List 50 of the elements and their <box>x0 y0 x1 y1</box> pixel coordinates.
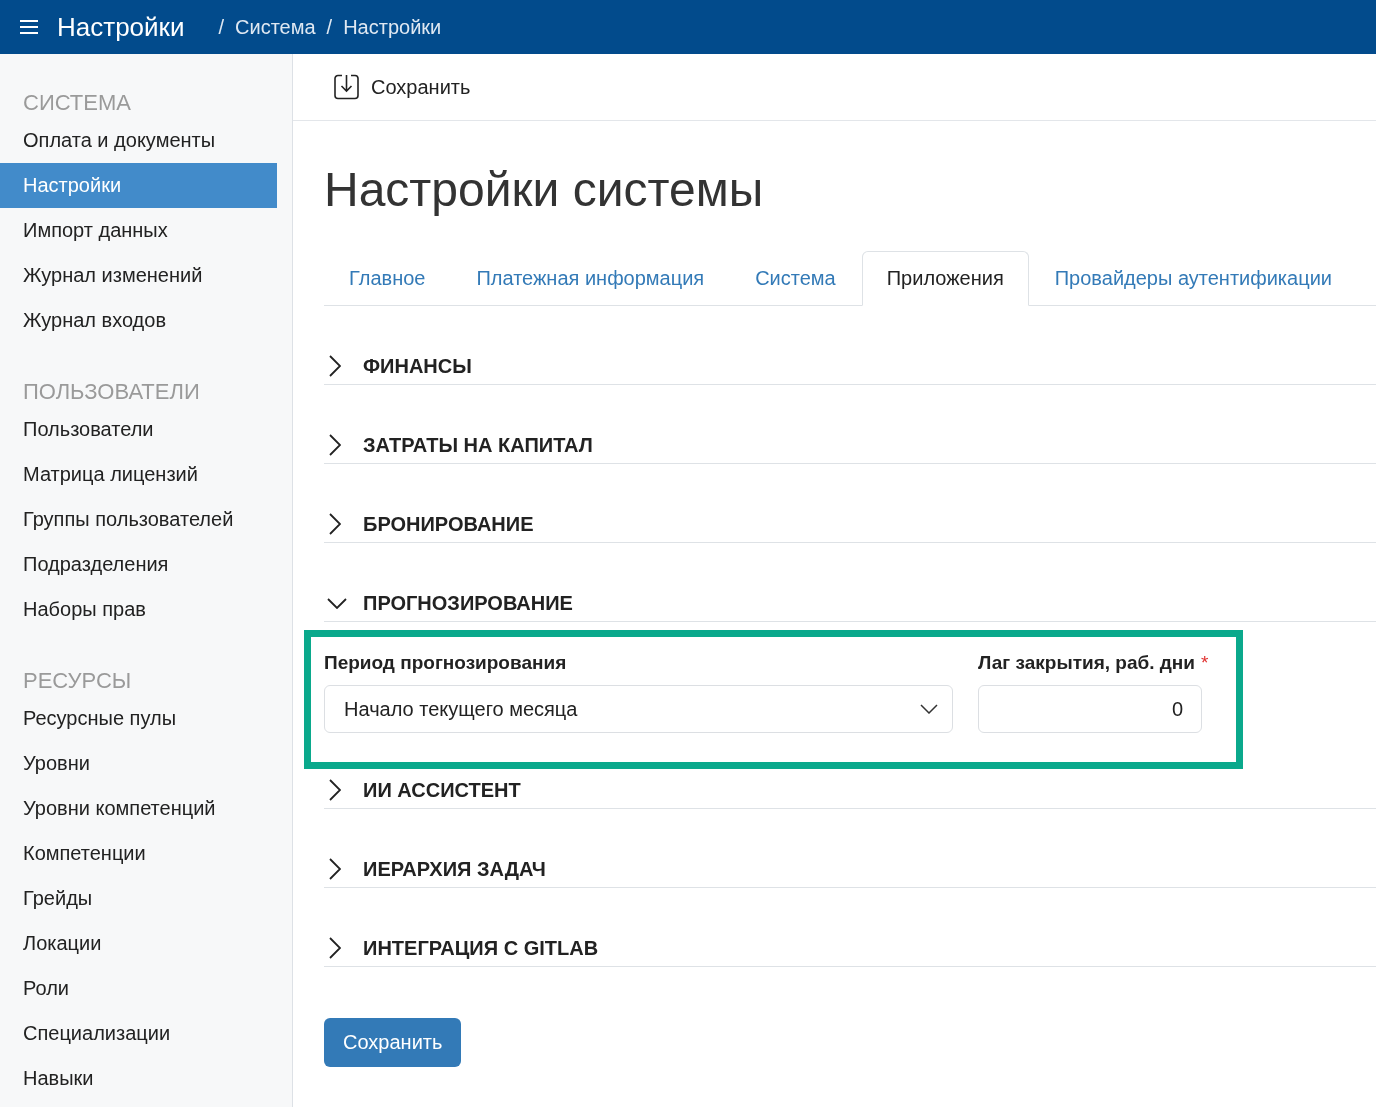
breadcrumb-link[interactable]: Система <box>235 15 316 39</box>
sidebar-item[interactable]: Пользователи <box>0 407 277 452</box>
accordion-header[interactable]: БРОНИРОВАНИЕ <box>324 464 1376 543</box>
accordion-header[interactable]: ЗАТРАТЫ НА КАПИТАЛ <box>324 385 1376 464</box>
sidebar-item[interactable]: Навыки <box>0 1056 277 1101</box>
sidebar-item[interactable]: Уровни <box>0 741 277 786</box>
sidebar-item[interactable]: Оплата и документы <box>0 118 277 163</box>
chevron-down-icon <box>920 704 938 714</box>
page-title: Настройки системы <box>324 162 765 218</box>
sidebar-item[interactable]: Уровни компетенций <box>0 786 277 831</box>
required-mark: * <box>1201 651 1209 675</box>
accordion-header[interactable]: ИИ АССИСТЕНТ <box>324 730 1376 809</box>
breadcrumb-link[interactable]: Настройки <box>343 15 442 39</box>
sidebar-heading: РЕСУРСЫ <box>22 667 133 695</box>
sidebar-item[interactable]: Специализации <box>0 1011 277 1056</box>
tab[interactable]: Система <box>730 251 861 306</box>
field-label: Период прогнозирования <box>324 651 567 675</box>
sidebar-item[interactable]: Локации <box>0 921 277 966</box>
breadcrumb-separator: / <box>326 15 333 39</box>
accordion-header[interactable]: ФИНАНСЫ <box>324 306 1376 385</box>
sidebar-item[interactable]: Журнал входов <box>0 298 277 343</box>
app-title: Настройки <box>57 11 185 43</box>
sidebar-item[interactable]: Ресурсные пулы <box>0 696 277 741</box>
tab[interactable]: Провайдеры аутентификации <box>1029 251 1357 306</box>
sidebar-item[interactable]: Группы пользователей <box>0 497 277 542</box>
number-field[interactable]: 0 <box>978 685 1202 733</box>
sidebar-item[interactable]: Подразделения <box>0 542 277 587</box>
sidebar-item[interactable]: Наборы прав <box>0 587 277 632</box>
menu-icon[interactable] <box>20 20 38 34</box>
sidebar-heading: СИСТЕМА <box>22 89 132 117</box>
breadcrumb-separator: / <box>218 15 225 39</box>
accordion-header[interactable]: ИНТЕГРАЦИЯ С GITLAB <box>324 888 1376 967</box>
tab[interactable]: Платежная информация <box>451 251 730 306</box>
sidebar-item[interactable]: Настройки <box>0 163 277 208</box>
accordion-header[interactable]: ИЕРАРХИЯ ЗАДАЧ <box>324 809 1376 888</box>
save-button[interactable]: Сохранить <box>324 1018 462 1067</box>
field-label: Лаг закрытия, раб. дни <box>978 651 1195 675</box>
sidebar-item[interactable]: Матрица лицензий <box>0 452 277 497</box>
sidebar-item[interactable]: Грейды <box>0 876 277 921</box>
accordion-header[interactable]: ПРОГНОЗИРОВАНИЕ <box>324 543 1376 622</box>
tab[interactable]: Главное <box>324 251 451 306</box>
sidebar-item[interactable]: Журнал изменений <box>0 253 277 298</box>
sidebar-item[interactable]: Роли <box>0 966 277 1011</box>
sidebar-item[interactable]: Компетенции <box>0 831 277 876</box>
dropdown-field[interactable]: Начало текущего месяца <box>324 685 953 733</box>
arrow-into-box-icon <box>334 74 359 100</box>
save-button[interactable]: Сохранить <box>334 74 471 100</box>
sidebar-item[interactable]: Импорт данных <box>0 208 277 253</box>
sidebar-heading: ПОЛЬЗОВАТЕЛИ <box>22 378 201 406</box>
tab[interactable]: Приложения <box>861 251 1029 306</box>
